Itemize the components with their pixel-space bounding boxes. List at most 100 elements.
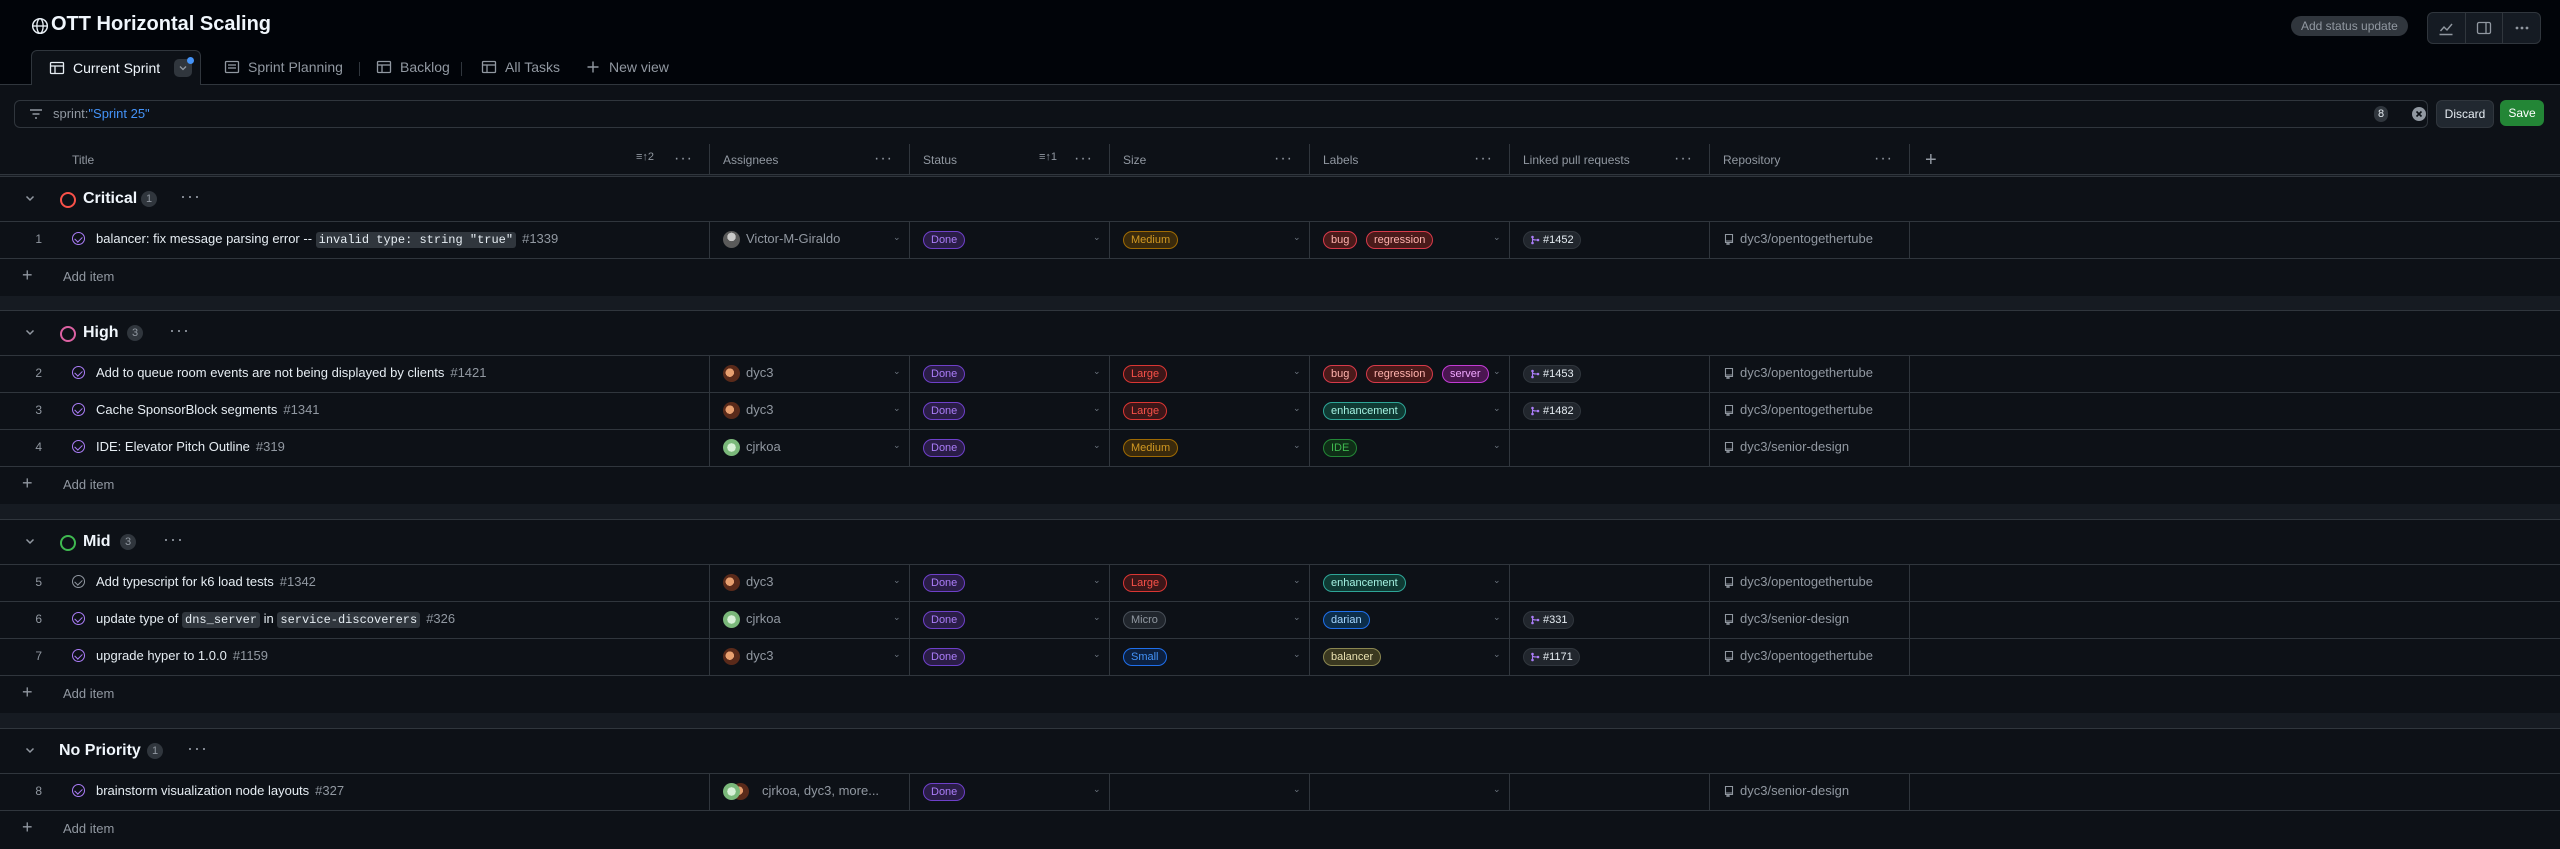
column-header-linked-prs[interactable]: Linked pull requests ··· (1510, 144, 1710, 174)
title-cell[interactable]: 8 brainstorm visualization node layouts #… (0, 773, 710, 810)
size-cell[interactable]: Large ⌄ (1110, 564, 1310, 601)
add-item-row[interactable]: + Add item (0, 466, 2560, 503)
column-menu-icon[interactable]: ··· (1274, 150, 1293, 168)
pull-request-link[interactable]: #1171 (1523, 648, 1580, 666)
title-cell[interactable]: 6 update type of dns_server in service-d… (0, 601, 710, 638)
table-row[interactable]: 8 brainstorm visualization node layouts #… (0, 773, 2560, 811)
more-options-button[interactable] (2503, 13, 2540, 43)
status-cell[interactable]: Done ⌄ (910, 392, 1110, 429)
linked-prs-cell[interactable] (1510, 429, 1710, 466)
labels-cell[interactable]: ⌄ (1310, 773, 1510, 810)
tab-backlog[interactable]: Backlog (376, 50, 450, 84)
column-menu-icon[interactable]: ··· (674, 150, 693, 168)
new-view-button[interactable]: New view (585, 50, 669, 84)
size-cell[interactable]: Micro ⌄ (1110, 601, 1310, 638)
table-row[interactable]: 7 upgrade hyper to 1.0.0 #1159 dyc3 ⌄ Don… (0, 638, 2560, 676)
status-cell[interactable]: Done ⌄ (910, 601, 1110, 638)
issue-title[interactable]: Add typescript for k6 load tests #1342 (96, 574, 316, 589)
group-menu-icon[interactable]: ··· (180, 186, 201, 207)
issue-title[interactable]: update type of dns_server in service-dis… (96, 611, 455, 628)
size-cell[interactable]: Large ⌄ (1110, 392, 1310, 429)
assignees-cell[interactable]: cjrkoa ⌄ (710, 601, 910, 638)
repository-link[interactable]: dyc3/opentogethertube (1723, 648, 1873, 663)
table-row[interactable]: 3 Cache SponsorBlock segments #1341 dyc3 … (0, 392, 2560, 430)
column-header-labels[interactable]: Labels ··· (1310, 144, 1510, 174)
pull-request-link[interactable]: #1452 (1523, 231, 1581, 249)
repository-link[interactable]: dyc3/opentogethertube (1723, 574, 1873, 589)
chevron-down-icon[interactable] (24, 744, 36, 756)
assignees-cell[interactable]: dyc3 ⌄ (710, 638, 910, 675)
table-row[interactable]: 5 Add typescript for k6 load tests #1342 … (0, 564, 2560, 602)
status-cell[interactable]: Done ⌄ (910, 429, 1110, 466)
tab-all-tasks[interactable]: All Tasks (481, 50, 560, 84)
chevron-down-icon[interactable] (24, 326, 36, 338)
group-menu-icon[interactable]: ··· (169, 320, 190, 341)
repository-link[interactable]: dyc3/opentogethertube (1723, 402, 1873, 417)
save-button[interactable]: Save (2500, 100, 2544, 126)
title-cell[interactable]: 1 balancer: fix message parsing error --… (0, 221, 710, 258)
linked-prs-cell[interactable] (1510, 773, 1710, 810)
column-menu-icon[interactable]: ··· (1074, 150, 1093, 168)
title-cell[interactable]: 2 Add to queue room events are not being… (0, 355, 710, 392)
column-menu-icon[interactable]: ··· (1674, 150, 1693, 168)
column-menu-icon[interactable]: ··· (874, 150, 893, 168)
add-item-row[interactable]: + Add item (0, 258, 2560, 295)
discard-button[interactable]: Discard (2436, 100, 2494, 128)
repository-cell[interactable]: dyc3/senior-design (1710, 429, 1910, 466)
status-cell[interactable]: Done ⌄ (910, 221, 1110, 258)
labels-cell[interactable]: bug regression server ⌄ (1310, 355, 1510, 392)
labels-cell[interactable]: balancer ⌄ (1310, 638, 1510, 675)
assignees-cell[interactable]: dyc3 ⌄ (710, 355, 910, 392)
labels-cell[interactable]: enhancement ⌄ (1310, 564, 1510, 601)
add-item-row[interactable]: + Add item (0, 675, 2560, 712)
linked-prs-cell[interactable]: #1452 (1510, 221, 1710, 258)
repository-link[interactable]: dyc3/opentogethertube (1723, 231, 1873, 246)
assignees-cell[interactable]: dyc3 ⌄ (710, 392, 910, 429)
table-row[interactable]: 4 IDE: Elevator Pitch Outline #319 cjrkoa… (0, 429, 2560, 467)
assignees-cell[interactable]: dyc3 ⌄ (710, 564, 910, 601)
size-cell[interactable]: Small ⌄ (1110, 638, 1310, 675)
linked-prs-cell[interactable]: #1482 (1510, 392, 1710, 429)
issue-title[interactable]: upgrade hyper to 1.0.0 #1159 (96, 648, 268, 663)
insights-button[interactable] (2428, 13, 2466, 43)
add-status-update-button[interactable]: Add status update (2291, 16, 2408, 36)
add-field-button[interactable]: + (1925, 149, 1937, 172)
repository-cell[interactable]: dyc3/senior-design (1710, 601, 1910, 638)
filter-input[interactable]: sprint:"Sprint 25" 8 (14, 100, 2428, 128)
pull-request-link[interactable]: #1482 (1523, 402, 1581, 420)
repository-link[interactable]: dyc3/opentogethertube (1723, 365, 1873, 380)
status-cell[interactable]: Done ⌄ (910, 773, 1110, 810)
linked-prs-cell[interactable]: #1171 (1510, 638, 1710, 675)
assignees-cell[interactable]: Victor-M-Giraldo ⌄ (710, 221, 910, 258)
repository-cell[interactable]: dyc3/opentogethertube (1710, 221, 1910, 258)
repository-cell[interactable]: dyc3/opentogethertube (1710, 638, 1910, 675)
repository-cell[interactable]: dyc3/opentogethertube (1710, 564, 1910, 601)
assignees-cell[interactable]: cjrkoa ⌄ (710, 429, 910, 466)
column-header-repository[interactable]: Repository ··· (1710, 144, 1910, 174)
column-header-status[interactable]: Status ≡↑1 ··· (910, 144, 1110, 174)
group-menu-icon[interactable]: ··· (163, 529, 184, 550)
tab-options-button[interactable] (174, 57, 195, 77)
title-cell[interactable]: 7 upgrade hyper to 1.0.0 #1159 (0, 638, 710, 675)
issue-title[interactable]: Add to queue room events are not being d… (96, 365, 487, 380)
linked-prs-cell[interactable]: #1453 (1510, 355, 1710, 392)
table-row[interactable]: 1 balancer: fix message parsing error --… (0, 221, 2560, 259)
column-menu-icon[interactable]: ··· (1474, 150, 1493, 168)
column-menu-icon[interactable]: ··· (1874, 150, 1893, 168)
linked-prs-cell[interactable]: #331 (1510, 601, 1710, 638)
status-cell[interactable]: Done ⌄ (910, 355, 1110, 392)
labels-cell[interactable]: IDE ⌄ (1310, 429, 1510, 466)
status-cell[interactable]: Done ⌄ (910, 638, 1110, 675)
issue-title[interactable]: Cache SponsorBlock segments #1341 (96, 402, 320, 417)
labels-cell[interactable]: enhancement ⌄ (1310, 392, 1510, 429)
pull-request-link[interactable]: #1453 (1523, 365, 1581, 383)
repository-cell[interactable]: dyc3/senior-design (1710, 773, 1910, 810)
labels-cell[interactable]: bug regression ⌄ (1310, 221, 1510, 258)
clear-filter-icon[interactable] (2411, 106, 2427, 122)
table-row[interactable]: 2 Add to queue room events are not being… (0, 355, 2560, 393)
pull-request-link[interactable]: #331 (1523, 611, 1575, 629)
issue-title[interactable]: IDE: Elevator Pitch Outline #319 (96, 439, 285, 454)
status-cell[interactable]: Done ⌄ (910, 564, 1110, 601)
tab-current-sprint[interactable]: Current Sprint (31, 50, 201, 85)
title-cell[interactable]: 5 Add typescript for k6 load tests #1342 (0, 564, 710, 601)
